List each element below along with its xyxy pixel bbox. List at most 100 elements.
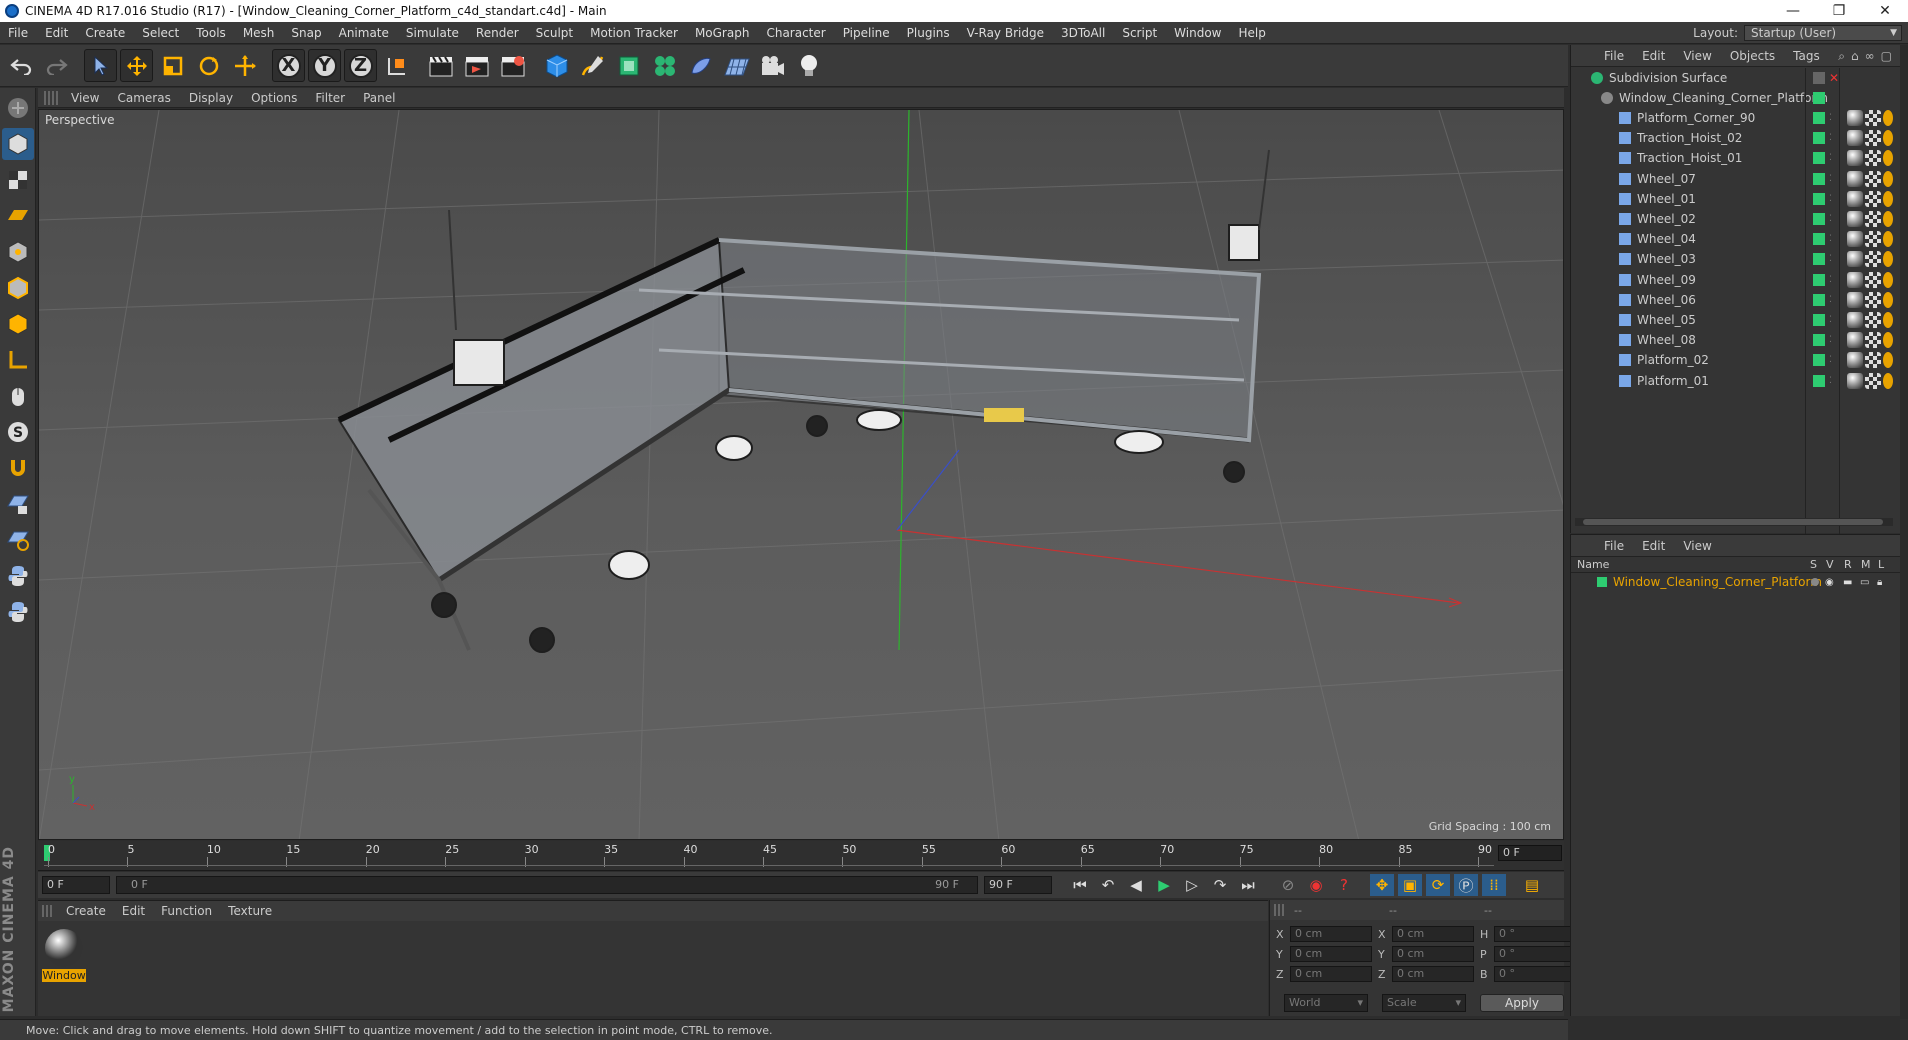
phong-tag-icon[interactable] xyxy=(1883,352,1893,369)
next-key-button[interactable]: ↷ xyxy=(1208,874,1232,896)
material-menu-texture[interactable]: Texture xyxy=(220,904,280,918)
texture-tag-icon[interactable] xyxy=(1865,150,1881,167)
material-tag-icon[interactable] xyxy=(1847,291,1863,308)
layer-menu-file[interactable]: File xyxy=(1595,539,1633,553)
menu-animate[interactable]: Animate xyxy=(331,26,398,40)
rotate-tool-button[interactable] xyxy=(192,49,225,82)
visibility-dots-icon[interactable]: ⁚ xyxy=(1829,113,1832,123)
axis-y-button[interactable]: Y xyxy=(308,49,341,82)
tag-checker-icon[interactable] xyxy=(1813,72,1825,84)
polygons-mode-button[interactable] xyxy=(2,308,34,340)
object-row[interactable]: Wheel_03 ⁚ xyxy=(1571,249,1901,269)
menu-render[interactable]: Render xyxy=(468,26,528,40)
layer-color-swatch[interactable] xyxy=(1813,92,1825,104)
object-menu-objects[interactable]: Objects xyxy=(1721,49,1784,63)
menu-edit[interactable]: Edit xyxy=(37,26,77,40)
object-row[interactable]: Wheel_06 ⁚ xyxy=(1571,290,1901,310)
material-swatch[interactable]: Window xyxy=(42,927,86,985)
object-row[interactable]: Wheel_08 ⁚ xyxy=(1571,330,1901,350)
layer-menu-edit[interactable]: Edit xyxy=(1633,539,1674,553)
menu-mesh[interactable]: Mesh xyxy=(235,26,284,40)
texture-tag-icon[interactable] xyxy=(1865,332,1881,349)
phong-tag-icon[interactable] xyxy=(1883,312,1893,328)
object-menu-view[interactable]: View xyxy=(1674,49,1720,63)
menu-snap[interactable]: Snap xyxy=(283,26,330,40)
object-row[interactable]: Wheel_01 ⁚ xyxy=(1571,189,1901,209)
previous-key-button[interactable]: ↶ xyxy=(1096,874,1120,896)
layer-color-swatch[interactable] xyxy=(1813,273,1825,286)
menu-simulate[interactable]: Simulate xyxy=(398,26,468,40)
visibility-dots-icon[interactable]: ⁚ xyxy=(1829,133,1832,143)
new-window-icon[interactable]: ▢ xyxy=(1881,49,1892,64)
render-icon[interactable]: ▬ xyxy=(1843,577,1852,588)
coordinate-mode-select[interactable]: World ▾ xyxy=(1284,994,1368,1012)
key-position-button[interactable]: ✥ xyxy=(1370,874,1394,896)
material-tag-icon[interactable] xyxy=(1847,312,1863,328)
go-to-end-button[interactable]: ⏭ xyxy=(1236,874,1260,896)
viewport-menu-cameras[interactable]: Cameras xyxy=(108,91,179,105)
object-manager-scrollbar[interactable] xyxy=(1575,518,1893,526)
menu-create[interactable]: Create xyxy=(77,26,134,40)
layer-color-swatch[interactable] xyxy=(1813,374,1825,387)
object-row[interactable]: Traction_Hoist_01 ⁚ xyxy=(1571,148,1901,168)
layer-color-swatch[interactable] xyxy=(1813,334,1825,347)
lock-icon[interactable]: 🔒︎ xyxy=(1877,577,1882,588)
mograph-cloner-button[interactable] xyxy=(648,49,681,82)
layer-color-swatch[interactable] xyxy=(1813,354,1825,367)
texture-mode-button[interactable] xyxy=(2,164,34,196)
move-tool-button[interactable] xyxy=(120,49,153,82)
texture-tag-icon[interactable] xyxy=(1865,291,1881,308)
redo-button[interactable] xyxy=(40,49,73,82)
end-frame-field[interactable]: 90 F xyxy=(984,876,1052,894)
rotation-field[interactable]: 0 ° xyxy=(1494,966,1576,982)
layer-color-swatch[interactable] xyxy=(1813,152,1825,165)
visibility-dots-icon[interactable]: ⁚ xyxy=(1829,234,1832,244)
axis-mode-button[interactable] xyxy=(2,344,34,376)
menu-script[interactable]: Script xyxy=(1114,26,1166,40)
texture-tag-icon[interactable] xyxy=(1865,352,1881,369)
material-tag-icon[interactable] xyxy=(1847,332,1863,349)
material-tag-icon[interactable] xyxy=(1847,211,1863,227)
object-menu-tags[interactable]: Tags xyxy=(1784,49,1829,63)
menu-v-ray-bridge[interactable]: V-Ray Bridge xyxy=(959,26,1053,40)
visibility-dots-icon[interactable]: ⁚ xyxy=(1829,315,1832,325)
axis-z-button[interactable]: Z xyxy=(344,49,377,82)
previous-frame-button[interactable]: ◀ xyxy=(1124,874,1148,896)
timeline-window-button[interactable]: ▤ xyxy=(1520,874,1544,896)
layout-dropdown[interactable]: Startup (User) ▼ xyxy=(1744,25,1902,41)
position-field[interactable]: 0 cm xyxy=(1290,946,1372,962)
home-icon[interactable]: ⌂ xyxy=(1851,49,1859,64)
layer-color-swatch[interactable] xyxy=(1813,293,1825,306)
coordinate-system-button[interactable] xyxy=(380,49,413,82)
snap-button[interactable]: S xyxy=(2,416,34,448)
texture-tag-icon[interactable] xyxy=(1865,190,1881,207)
visibility-dots-icon[interactable]: ⁚ xyxy=(1829,376,1832,386)
perspective-viewport[interactable]: y x Perspective Grid Spacing : 100 cm ✥ … xyxy=(38,109,1564,840)
viewport-menu-options[interactable]: Options xyxy=(242,91,306,105)
x-icon[interactable]: ✕ xyxy=(1829,71,1839,85)
rotation-field[interactable]: 0 ° xyxy=(1494,946,1576,962)
layer-color-swatch[interactable] xyxy=(1813,172,1825,185)
viewport-menu-filter[interactable]: Filter xyxy=(306,91,354,105)
layer-color-swatch[interactable] xyxy=(1813,253,1825,266)
material-tag-icon[interactable] xyxy=(1847,150,1863,167)
record-keys-button[interactable]: ⊘ xyxy=(1276,874,1300,896)
texture-tag-icon[interactable] xyxy=(1865,130,1881,147)
visibility-dots-icon[interactable]: ⁚ xyxy=(1829,335,1832,345)
material-tag-icon[interactable] xyxy=(1847,231,1863,248)
render-picture-viewer-button[interactable] xyxy=(460,49,493,82)
visibility-dots-icon[interactable]: ⁚ xyxy=(1829,355,1832,365)
visibility-dots-icon[interactable]: ⁚ xyxy=(1829,214,1832,224)
position-field[interactable]: 0 cm xyxy=(1290,966,1372,982)
visibility-dots-icon[interactable]: ⁚ xyxy=(1829,254,1832,264)
visibility-dots-icon[interactable]: ⁚ xyxy=(1829,295,1832,305)
layer-menu-view[interactable]: View xyxy=(1674,539,1720,553)
keyframe-selection-button[interactable]: ? xyxy=(1332,874,1356,896)
visibility-dots-icon[interactable]: ⁚ xyxy=(1829,194,1832,204)
object-row[interactable]: Wheel_09 ⁚ xyxy=(1571,270,1901,290)
cube-object-button[interactable] xyxy=(540,49,573,82)
menu-plugins[interactable]: Plugins xyxy=(899,26,959,40)
menu-mograph[interactable]: MoGraph xyxy=(687,26,759,40)
size-field[interactable]: 0 cm xyxy=(1392,946,1474,962)
menu-3dtoall[interactable]: 3DToAll xyxy=(1053,26,1114,40)
